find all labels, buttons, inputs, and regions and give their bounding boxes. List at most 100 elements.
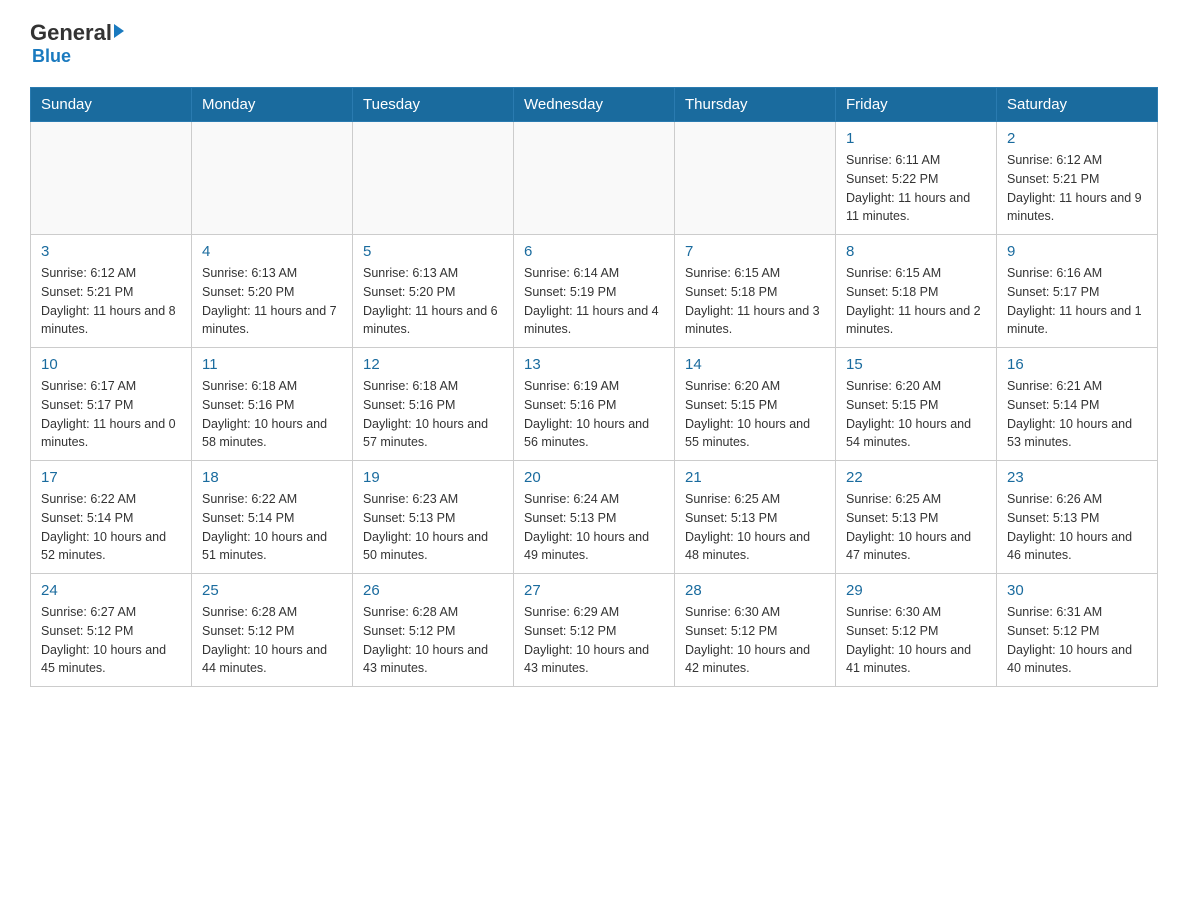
calendar-cell-1-0: 3 Sunrise: 6:12 AMSunset: 5:21 PMDaylight… [31,235,192,348]
day-info: Sunrise: 6:14 AMSunset: 5:19 PMDaylight:… [524,264,664,339]
calendar-cell-3-1: 18 Sunrise: 6:22 AMSunset: 5:14 PMDayligh… [192,461,353,574]
calendar-cell-0-5: 1 Sunrise: 6:11 AMSunset: 5:22 PMDaylight… [836,122,997,235]
week-row-4: 17 Sunrise: 6:22 AMSunset: 5:14 PMDayligh… [31,461,1158,574]
day-number: 9 [1007,243,1147,260]
day-info: Sunrise: 6:15 AMSunset: 5:18 PMDaylight:… [846,264,986,339]
day-info: Sunrise: 6:27 AMSunset: 5:12 PMDaylight:… [41,603,181,678]
calendar-cell-3-6: 23Sunrise: 6:26 AMSunset: 5:13 PMDayligh… [997,461,1158,574]
day-number: 5 [363,243,503,260]
day-info: Sunrise: 6:12 AMSunset: 5:21 PMDaylight:… [41,264,181,339]
day-info: Sunrise: 6:23 AMSunset: 5:13 PMDaylight:… [363,490,503,565]
calendar-cell-4-5: 29Sunrise: 6:30 AMSunset: 5:12 PMDayligh… [836,574,997,687]
day-info: Sunrise: 6:13 AMSunset: 5:20 PMDaylight:… [363,264,503,339]
day-number: 8 [846,243,986,260]
day-info: Sunrise: 6:28 AMSunset: 5:12 PMDaylight:… [363,603,503,678]
day-info: Sunrise: 6:21 AMSunset: 5:14 PMDaylight:… [1007,377,1147,452]
logo-blue: Blue [32,46,71,67]
calendar-cell-4-3: 27 Sunrise: 6:29 AMSunset: 5:12 PMDayligh… [514,574,675,687]
day-number: 19 [363,469,503,486]
day-number: 28 [685,582,825,599]
day-number: 17 [41,469,181,486]
calendar-cell-4-0: 24 Sunrise: 6:27 AMSunset: 5:12 PMDayligh… [31,574,192,687]
calendar-cell-2-5: 15 Sunrise: 6:20 AMSunset: 5:15 PMDayligh… [836,348,997,461]
header-monday: Monday [192,88,353,122]
logo: General Blue [30,20,124,67]
day-number: 16 [1007,356,1147,373]
day-number: 6 [524,243,664,260]
day-number: 4 [202,243,342,260]
header-thursday: Thursday [675,88,836,122]
day-info: Sunrise: 6:11 AMSunset: 5:22 PMDaylight:… [846,151,986,226]
day-info: Sunrise: 6:29 AMSunset: 5:12 PMDaylight:… [524,603,664,678]
header-friday: Friday [836,88,997,122]
calendar-cell-4-1: 25Sunrise: 6:28 AMSunset: 5:12 PMDayligh… [192,574,353,687]
day-number: 21 [685,469,825,486]
calendar-cell-2-4: 14 Sunrise: 6:20 AMSunset: 5:15 PMDayligh… [675,348,836,461]
calendar-header: Sunday Monday Tuesday Wednesday Thursday… [31,88,1158,122]
day-info: Sunrise: 6:15 AMSunset: 5:18 PMDaylight:… [685,264,825,339]
calendar-cell-1-5: 8 Sunrise: 6:15 AMSunset: 5:18 PMDaylight… [836,235,997,348]
calendar-cell-1-6: 9Sunrise: 6:16 AMSunset: 5:17 PMDaylight… [997,235,1158,348]
calendar-cell-0-4 [675,122,836,235]
day-info: Sunrise: 6:12 AMSunset: 5:21 PMDaylight:… [1007,151,1147,226]
calendar-table: Sunday Monday Tuesday Wednesday Thursday… [30,87,1158,687]
calendar-cell-3-4: 21 Sunrise: 6:25 AMSunset: 5:13 PMDayligh… [675,461,836,574]
day-info: Sunrise: 6:30 AMSunset: 5:12 PMDaylight:… [846,603,986,678]
day-info: Sunrise: 6:18 AMSunset: 5:16 PMDaylight:… [363,377,503,452]
day-number: 26 [363,582,503,599]
calendar-cell-0-3 [514,122,675,235]
day-number: 2 [1007,130,1147,147]
day-number: 15 [846,356,986,373]
calendar-cell-4-4: 28 Sunrise: 6:30 AMSunset: 5:12 PMDayligh… [675,574,836,687]
day-number: 22 [846,469,986,486]
day-info: Sunrise: 6:26 AMSunset: 5:13 PMDaylight:… [1007,490,1147,565]
day-number: 3 [41,243,181,260]
day-info: Sunrise: 6:25 AMSunset: 5:13 PMDaylight:… [685,490,825,565]
day-number: 30 [1007,582,1147,599]
day-number: 24 [41,582,181,599]
header-tuesday: Tuesday [353,88,514,122]
day-info: Sunrise: 6:30 AMSunset: 5:12 PMDaylight:… [685,603,825,678]
day-number: 10 [41,356,181,373]
header-saturday: Saturday [997,88,1158,122]
day-number: 18 [202,469,342,486]
week-row-3: 10Sunrise: 6:17 AMSunset: 5:17 PMDayligh… [31,348,1158,461]
logo-text: General [30,20,124,46]
header-wednesday: Wednesday [514,88,675,122]
day-number: 27 [524,582,664,599]
day-number: 1 [846,130,986,147]
day-info: Sunrise: 6:19 AMSunset: 5:16 PMDaylight:… [524,377,664,452]
calendar-cell-3-3: 20Sunrise: 6:24 AMSunset: 5:13 PMDayligh… [514,461,675,574]
calendar-cell-0-2 [353,122,514,235]
calendar-cell-1-1: 4 Sunrise: 6:13 AMSunset: 5:20 PMDaylight… [192,235,353,348]
calendar-cell-2-0: 10Sunrise: 6:17 AMSunset: 5:17 PMDayligh… [31,348,192,461]
day-number: 13 [524,356,664,373]
day-info: Sunrise: 6:13 AMSunset: 5:20 PMDaylight:… [202,264,342,339]
day-info: Sunrise: 6:31 AMSunset: 5:12 PMDaylight:… [1007,603,1147,678]
days-of-week-row: Sunday Monday Tuesday Wednesday Thursday… [31,88,1158,122]
calendar-cell-3-5: 22 Sunrise: 6:25 AMSunset: 5:13 PMDayligh… [836,461,997,574]
day-number: 7 [685,243,825,260]
day-info: Sunrise: 6:25 AMSunset: 5:13 PMDaylight:… [846,490,986,565]
calendar-cell-3-0: 17 Sunrise: 6:22 AMSunset: 5:14 PMDayligh… [31,461,192,574]
day-number: 11 [202,356,342,373]
day-info: Sunrise: 6:20 AMSunset: 5:15 PMDaylight:… [846,377,986,452]
week-row-5: 24 Sunrise: 6:27 AMSunset: 5:12 PMDayligh… [31,574,1158,687]
week-row-1: 1 Sunrise: 6:11 AMSunset: 5:22 PMDaylight… [31,122,1158,235]
calendar-cell-0-0 [31,122,192,235]
calendar-cell-1-4: 7 Sunrise: 6:15 AMSunset: 5:18 PMDaylight… [675,235,836,348]
calendar-body: 1 Sunrise: 6:11 AMSunset: 5:22 PMDaylight… [31,122,1158,687]
day-info: Sunrise: 6:28 AMSunset: 5:12 PMDaylight:… [202,603,342,678]
day-info: Sunrise: 6:24 AMSunset: 5:13 PMDaylight:… [524,490,664,565]
day-info: Sunrise: 6:20 AMSunset: 5:15 PMDaylight:… [685,377,825,452]
calendar-cell-1-3: 6 Sunrise: 6:14 AMSunset: 5:19 PMDaylight… [514,235,675,348]
calendar-cell-1-2: 5 Sunrise: 6:13 AMSunset: 5:20 PMDaylight… [353,235,514,348]
day-info: Sunrise: 6:22 AMSunset: 5:14 PMDaylight:… [41,490,181,565]
day-number: 14 [685,356,825,373]
calendar-cell-2-3: 13 Sunrise: 6:19 AMSunset: 5:16 PMDayligh… [514,348,675,461]
logo-general: General [30,20,112,46]
day-info: Sunrise: 6:22 AMSunset: 5:14 PMDaylight:… [202,490,342,565]
page-header: General Blue [30,20,1158,67]
calendar-cell-3-2: 19 Sunrise: 6:23 AMSunset: 5:13 PMDayligh… [353,461,514,574]
calendar-cell-0-6: 2 Sunrise: 6:12 AMSunset: 5:21 PMDaylight… [997,122,1158,235]
